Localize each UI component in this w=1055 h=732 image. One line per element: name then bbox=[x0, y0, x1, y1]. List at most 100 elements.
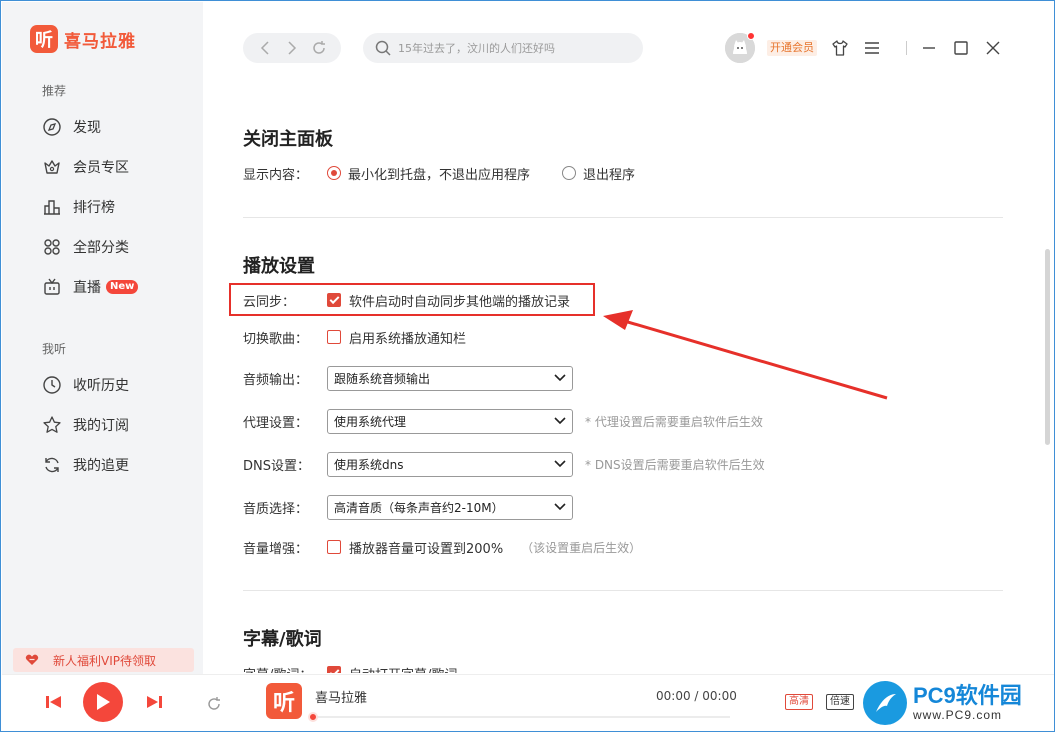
sidebar-item-label: 我的追更 bbox=[73, 458, 129, 474]
section-divider bbox=[243, 590, 1003, 591]
sidebar-item-label: 发现 bbox=[73, 120, 101, 136]
audio-output-value: 跟随系统音频输出 bbox=[334, 371, 431, 386]
scrollbar-thumb[interactable] bbox=[1045, 249, 1050, 445]
dns-value: 使用系统dns bbox=[334, 457, 404, 472]
play-button[interactable] bbox=[83, 682, 123, 722]
dns-label: DNS设置： bbox=[243, 458, 310, 474]
new-badge: New bbox=[106, 280, 139, 294]
sidebar-item-ranking[interactable]: 排行榜 bbox=[42, 187, 192, 227]
section-divider bbox=[243, 217, 1003, 218]
section-title-lyrics: 字幕/歌词 bbox=[243, 629, 322, 650]
speed-toggle[interactable]: 倍速 bbox=[826, 694, 854, 710]
progress-bar[interactable] bbox=[312, 716, 730, 718]
close-panel-label: 显示内容： bbox=[243, 167, 309, 183]
sidebar-item-subscriptions[interactable]: 我的订阅 bbox=[42, 405, 192, 445]
audio-output-select[interactable]: 跟随系统音频输出 bbox=[327, 365, 573, 391]
quality-select[interactable]: 高清音质（每条声音约2-10M） bbox=[327, 494, 573, 520]
vip-promo-banner[interactable]: 新人福利VIP待领取 bbox=[13, 648, 194, 672]
annotation-arrow bbox=[603, 310, 888, 400]
section-title-playback: 播放设置 bbox=[243, 256, 315, 277]
proxy-note: * 代理设置后需要重启软件后生效 bbox=[585, 414, 763, 429]
crown-icon bbox=[44, 160, 60, 174]
heart-icon bbox=[25, 654, 39, 665]
app-logo[interactable]: 听 喜马拉雅 bbox=[30, 24, 136, 54]
audio-output-label: 音频输出： bbox=[243, 372, 309, 388]
volume-boost-text: 播放器音量可设置到200% bbox=[349, 541, 504, 557]
dns-select[interactable]: 使用系统dns bbox=[327, 451, 573, 477]
compass-icon bbox=[43, 118, 61, 136]
chevron-down-icon bbox=[554, 374, 566, 382]
next-icon bbox=[147, 696, 162, 708]
proxy-label: 代理设置： bbox=[243, 415, 309, 431]
sidebar-item-label: 我的订阅 bbox=[73, 418, 129, 434]
tv-icon bbox=[44, 278, 60, 295]
grid-icon bbox=[44, 239, 60, 255]
sidebar: 听 喜马拉雅 推荐 发现 会员专区 排行榜 全部分类 直播 New 我听 收听历… bbox=[2, 2, 203, 674]
previous-icon bbox=[46, 696, 61, 708]
watermark-logo-icon bbox=[863, 681, 907, 725]
mine-nav: 收听历史 我的订阅 我的追更 bbox=[42, 365, 192, 485]
quality-value: 高清音质（每条声音约2-10M） bbox=[334, 500, 504, 515]
star-icon bbox=[43, 416, 61, 433]
sidebar-item-history[interactable]: 收听历史 bbox=[42, 365, 192, 405]
option-minimize-to-tray[interactable]: 最小化到托盘，不退出应用程序 bbox=[327, 164, 530, 183]
sidebar-item-label: 收听历史 bbox=[73, 378, 129, 394]
sidebar-item-follow-updates[interactable]: 我的追更 bbox=[42, 445, 192, 485]
close-panel-row: 显示内容： 最小化到托盘，不退出应用程序 退出程序 bbox=[243, 161, 1003, 185]
sidebar-item-label: 全部分类 bbox=[73, 240, 129, 256]
watermark-main: PC9软件园 bbox=[913, 683, 1022, 708]
track-title: 喜马拉雅 bbox=[315, 691, 368, 706]
track-time: 00:00 / 00:00 bbox=[656, 689, 737, 703]
volume-boost-checkbox[interactable] bbox=[327, 540, 341, 554]
sidebar-item-categories[interactable]: 全部分类 bbox=[42, 227, 192, 267]
refresh-icon bbox=[45, 457, 59, 473]
sidebar-item-label: 排行榜 bbox=[73, 200, 115, 216]
lyrics-checkbox[interactable] bbox=[327, 666, 341, 673]
dns-note: * DNS设置后需要重启软件后生效 bbox=[585, 457, 765, 472]
recommend-nav: 发现 会员专区 排行榜 全部分类 直播 New bbox=[42, 107, 192, 307]
sidebar-item-live[interactable]: 直播 New bbox=[42, 267, 192, 307]
radio-minimize[interactable] bbox=[327, 166, 341, 180]
sidebar-item-label: 会员专区 bbox=[73, 160, 129, 176]
track-cover[interactable]: 听 bbox=[266, 683, 302, 719]
section-label-recommend: 推荐 bbox=[42, 84, 67, 98]
play-icon bbox=[97, 694, 110, 710]
ranking-icon bbox=[44, 200, 60, 215]
proxy-row: 代理设置： 使用系统代理 * 代理设置后需要重启软件后生效 bbox=[243, 408, 1003, 434]
volume-boost-label: 音量增强： bbox=[243, 541, 309, 557]
lyrics-text: 自动打开字幕/歌词 bbox=[349, 664, 457, 674]
option-exit-program[interactable]: 退出程序 bbox=[562, 164, 635, 183]
logo-text: 喜马拉雅 bbox=[64, 31, 136, 52]
switch-song-label: 切换歌曲： bbox=[243, 331, 309, 347]
volume-boost-row: 音量增强： 播放器音量可设置到200% （该设置重启后生效） bbox=[243, 535, 1003, 559]
section-label-mine: 我听 bbox=[42, 342, 67, 356]
clock-icon bbox=[43, 376, 61, 394]
option-exit-text: 退出程序 bbox=[583, 167, 636, 183]
lyrics-label: 字幕/歌词： bbox=[243, 664, 327, 674]
quality-row: 音质选择： 高清音质（每条声音约2-10M） bbox=[243, 494, 1003, 520]
previous-button[interactable] bbox=[44, 692, 64, 712]
watermark-sub: www.PC9.com bbox=[913, 708, 1003, 722]
chevron-down-icon bbox=[554, 503, 566, 511]
switch-song-checkbox[interactable] bbox=[327, 330, 341, 344]
loop-button[interactable] bbox=[204, 694, 224, 714]
proxy-select[interactable]: 使用系统代理 bbox=[327, 408, 573, 434]
option-minimize-text: 最小化到托盘，不退出应用程序 bbox=[348, 167, 531, 183]
next-button[interactable] bbox=[144, 692, 164, 712]
vip-promo-text: 新人福利VIP待领取 bbox=[53, 653, 156, 668]
sidebar-item-discover[interactable]: 发现 bbox=[42, 107, 192, 147]
sidebar-item-vip[interactable]: 会员专区 bbox=[42, 147, 192, 187]
highlight-box bbox=[229, 283, 595, 316]
section-title-close-panel: 关闭主面板 bbox=[243, 129, 333, 150]
volume-boost-hint: （该设置重启后生效） bbox=[521, 540, 642, 555]
dns-row: DNS设置： 使用系统dns * DNS设置后需要重启软件后生效 bbox=[243, 451, 1003, 477]
radio-exit[interactable] bbox=[562, 166, 577, 180]
logo-mark: 听 bbox=[30, 25, 58, 53]
watermark-text: PC9软件园 www.PC9.com bbox=[913, 683, 1022, 723]
lyrics-row: 字幕/歌词： 自动打开字幕/歌词 bbox=[243, 661, 1003, 673]
switch-song-text: 启用系统播放通知栏 bbox=[349, 331, 467, 347]
quality-toggle[interactable]: 高清 bbox=[785, 694, 813, 710]
quality-label: 音质选择： bbox=[243, 501, 309, 517]
progress-handle[interactable] bbox=[308, 712, 318, 722]
sidebar-item-label: 直播 bbox=[73, 280, 101, 296]
